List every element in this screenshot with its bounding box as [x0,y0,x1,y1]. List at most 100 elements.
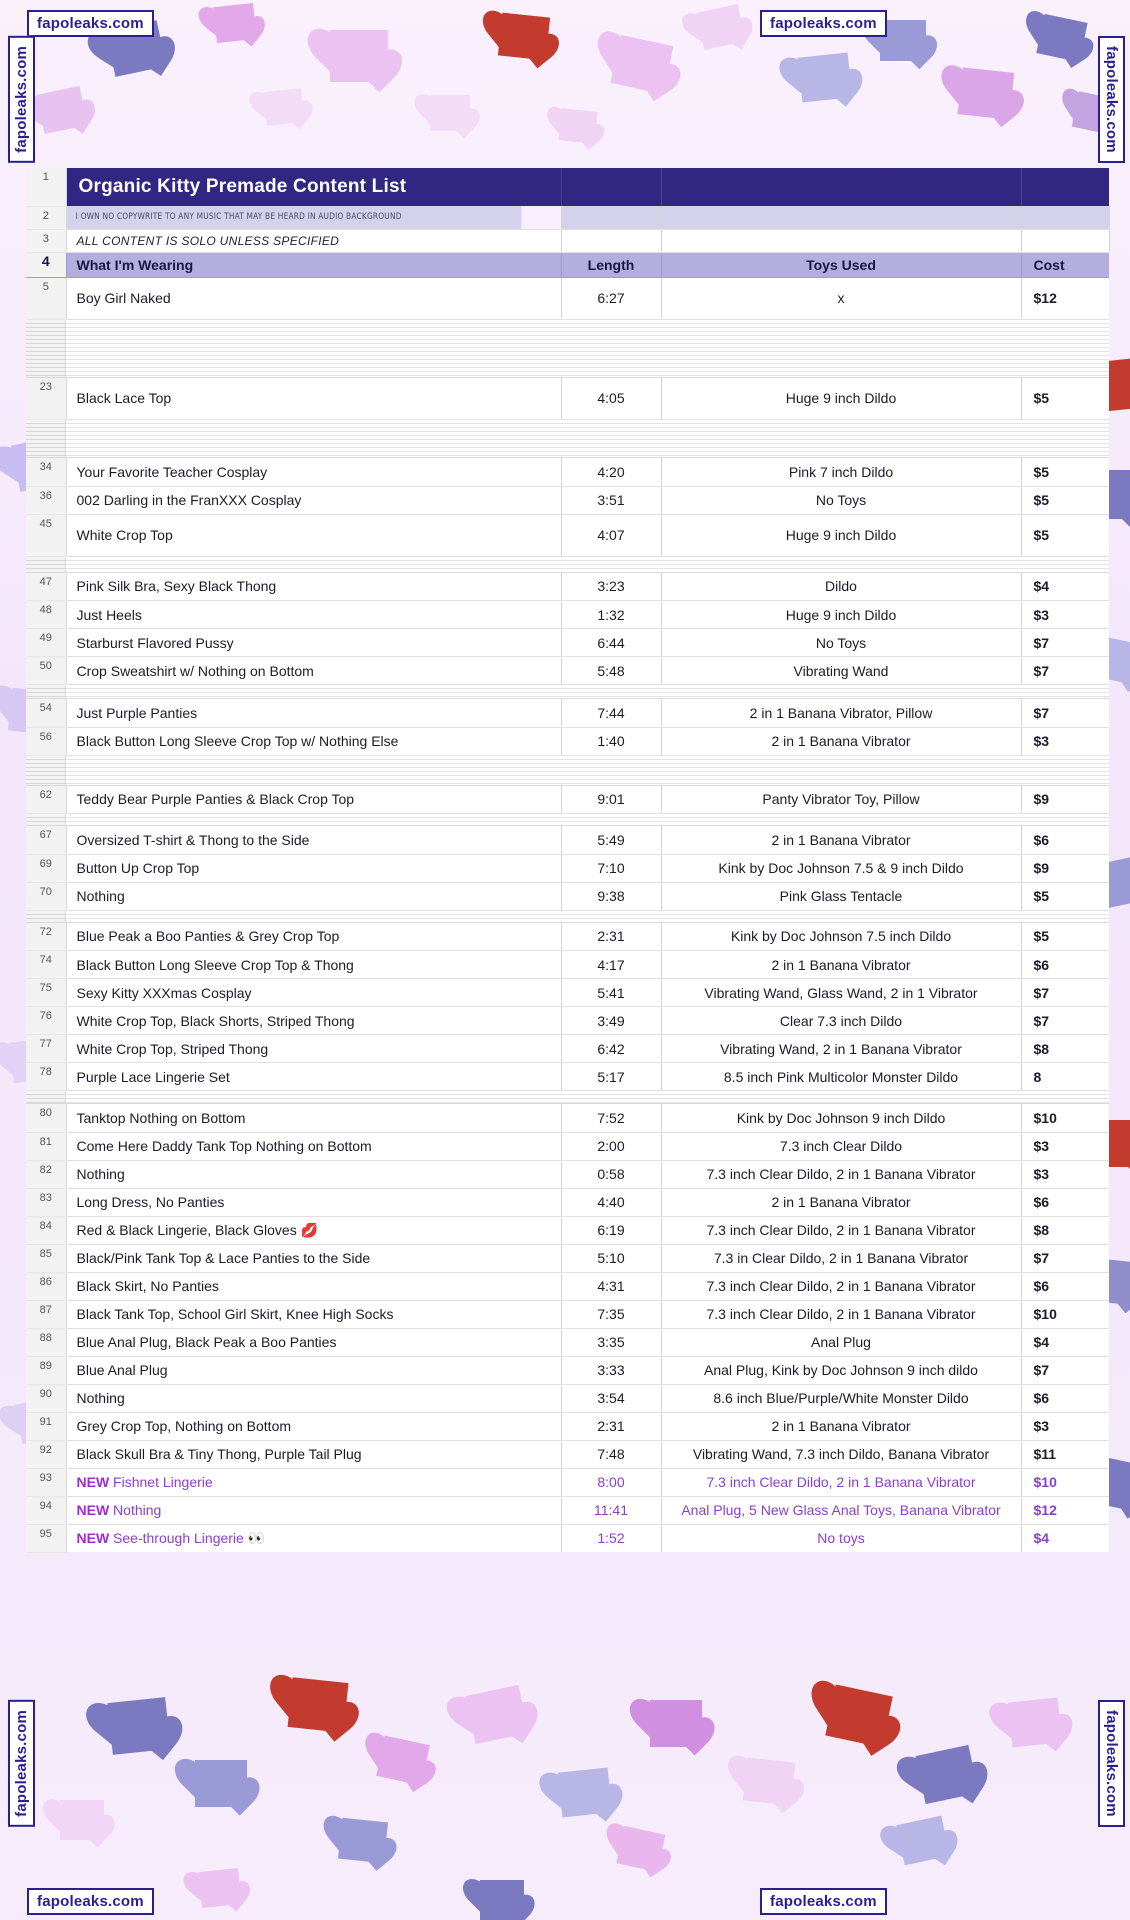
cell-toys[interactable]: Panty Vibrator Toy, Pillow [661,785,1022,814]
row-number[interactable]: 81 [26,1132,67,1161]
cell-cost[interactable]: $7 [1021,1006,1109,1035]
cell-toys[interactable]: 7.3 inch Clear Dildo, 2 in 1 Banana Vibr… [661,1468,1022,1497]
collapsed-hidden-rows[interactable] [26,755,1109,786]
row-number[interactable]: 94 [26,1496,67,1525]
row-number[interactable]: 50 [26,656,67,685]
cell-cost[interactable]: $4 [1021,1524,1109,1552]
table-row[interactable]: 45 White Crop Top 4:07 Huge 9 inch Dildo $5 [26,514,1109,557]
cell-wearing[interactable]: Oversized T-shirt & Thong to the Side [66,826,562,855]
cell-cost[interactable]: $6 [1021,826,1109,855]
cell-length[interactable]: 2:31 [561,922,662,951]
table-row[interactable]: 94 NEW Nothing 11:41 Anal Plug, 5 New Glass… [26,1496,1109,1525]
row-number[interactable]: 34 [26,458,67,487]
row-number[interactable]: 69 [26,854,67,883]
row-number[interactable]: 77 [26,1034,67,1063]
cell-toys[interactable]: No Toys [661,628,1022,657]
cell-toys[interactable]: 2 in 1 Banana Vibrator [661,826,1022,855]
table-row[interactable]: 72 Blue Peak a Boo Panties & Grey Crop To… [26,922,1109,951]
cell-toys[interactable]: Anal Plug, Kink by Doc Johnson 9 inch di… [661,1356,1022,1385]
cell-cost[interactable]: $5 [1021,377,1109,420]
table-row[interactable]: 84 Red & Black Lingerie, Black Gloves 💋 6:… [26,1216,1109,1245]
table-row[interactable]: 93 NEW Fishnet Lingerie 8:00 7.3 inch Clear… [26,1468,1109,1497]
row-number[interactable]: 72 [26,922,67,951]
column-header-wearing[interactable]: What I'm Wearing [66,252,562,278]
cell-cost[interactable]: $8 [1021,1216,1109,1245]
cell-length[interactable]: 1:32 [561,600,662,629]
row-number[interactable]: 84 [26,1216,67,1245]
cell-length[interactable]: 3:51 [561,486,662,515]
cell-wearing[interactable]: Grey Crop Top, Nothing on Bottom [66,1412,562,1441]
table-row[interactable]: 34 Your Favorite Teacher Cosplay 4:20 Pink … [26,458,1109,487]
cell-wearing[interactable]: Pink Silk Bra, Sexy Black Thong [66,572,562,601]
row-number[interactable]: 75 [26,978,67,1007]
row-number[interactable]: 89 [26,1356,67,1385]
cell-wearing[interactable]: NEW Nothing [66,1496,562,1525]
cell-length[interactable]: 2:00 [561,1132,662,1161]
cell-toys[interactable]: Kink by Doc Johnson 7.5 inch Dildo [661,922,1022,951]
cell-wearing[interactable]: Blue Anal Plug, Black Peak a Boo Panties [66,1328,562,1357]
cell-length[interactable]: 6:44 [561,628,662,657]
cell-toys[interactable]: 7.3 inch Clear Dildo [661,1132,1022,1161]
cell-wearing[interactable]: Black Lace Top [66,377,562,420]
collapsed-hidden-rows[interactable] [26,910,1109,923]
cell-length[interactable]: 4:05 [561,377,662,420]
cell-wearing[interactable]: Just Heels [66,600,562,629]
cell-length[interactable]: 1:40 [561,727,662,756]
cell-cost[interactable]: $10 [1021,1300,1109,1329]
cell-toys[interactable]: Pink Glass Tentacle [661,882,1022,911]
table-row[interactable]: 95 NEW See-through Lingerie 👀 1:52 No toys $… [26,1524,1109,1553]
cell-length[interactable]: 7:48 [561,1440,662,1469]
cell-cost[interactable]: $3 [1021,1132,1109,1161]
cell-wearing[interactable]: NEW Fishnet Lingerie [66,1468,562,1497]
cell-toys[interactable]: No toys [661,1524,1022,1552]
cell-wearing[interactable]: White Crop Top [66,514,562,557]
cell-wearing[interactable]: Black Skull Bra & Tiny Thong, Purple Tai… [66,1440,562,1469]
cell-wearing[interactable]: Come Here Daddy Tank Top Nothing on Bott… [66,1132,562,1161]
collapsed-hidden-rows[interactable] [26,420,1109,458]
cell-length[interactable]: 2:31 [561,1412,662,1441]
cell-length[interactable]: 9:38 [561,882,662,911]
row-number[interactable]: 74 [26,950,67,979]
cell-toys[interactable]: Pink 7 inch Dildo [661,458,1022,487]
cell-cost[interactable]: $4 [1021,1328,1109,1357]
table-row[interactable]: 89 Blue Anal Plug 3:33 Anal Plug, Kink by D… [26,1356,1109,1385]
cell-toys[interactable]: Huge 9 inch Dildo [661,514,1022,557]
table-row[interactable]: 5 Boy Girl Naked 6:27 x $12 [26,277,1109,320]
cell-cost[interactable]: $8 [1021,1034,1109,1063]
cell-length[interactable]: 4:07 [561,514,662,557]
table-row[interactable]: 75 Sexy Kitty XXXmas Cosplay 5:41 Vibrating… [26,978,1109,1007]
cell-cost[interactable]: $10 [1021,1104,1109,1133]
cell-cost[interactable]: $7 [1021,1244,1109,1273]
cell-cost[interactable]: $7 [1021,656,1109,685]
empty-cell[interactable] [661,229,1022,253]
cell-toys[interactable]: Kink by Doc Johnson 9 inch Dildo [661,1104,1022,1133]
cell-toys[interactable]: 7.3 inch Clear Dildo, 2 in 1 Banana Vibr… [661,1300,1022,1329]
table-row[interactable]: 50 Crop Sweatshirt w/ Nothing on Bottom 5:… [26,656,1109,685]
table-row[interactable]: 92 Black Skull Bra & Tiny Thong, Purple T… [26,1440,1109,1469]
cell-cost[interactable]: $3 [1021,1412,1109,1441]
table-row[interactable]: 67 Oversized T-shirt & Thong to the Side 5… [26,826,1109,855]
row-number[interactable]: 45 [26,514,67,557]
cell-cost[interactable]: $9 [1021,854,1109,883]
cell-cost[interactable]: $7 [1021,699,1109,728]
table-row[interactable]: 62 Teddy Bear Purple Panties & Black Crop… [26,785,1109,814]
cell-cost[interactable]: $3 [1021,600,1109,629]
row-number[interactable]: 90 [26,1384,67,1413]
table-row[interactable]: 80 Tanktop Nothing on Bottom 7:52 Kink by D… [26,1104,1109,1133]
cell-length[interactable]: 3:54 [561,1384,662,1413]
table-row[interactable]: 36 002 Darling in the FranXXX Cosplay 3:51… [26,486,1109,515]
empty-cell[interactable] [1021,229,1110,253]
cell-wearing[interactable]: Red & Black Lingerie, Black Gloves 💋 [66,1216,562,1245]
cell-toys[interactable]: 2 in 1 Banana Vibrator [661,1188,1022,1217]
cell-toys[interactable]: No Toys [661,486,1022,515]
cell-length[interactable]: 5:48 [561,656,662,685]
cell-toys[interactable]: Anal Plug [661,1328,1022,1357]
table-row[interactable]: 69 Button Up Crop Top 7:10 Kink by Doc John… [26,854,1109,883]
cell-length[interactable]: 3:33 [561,1356,662,1385]
cell-cost[interactable]: $6 [1021,1188,1109,1217]
cell-wearing[interactable]: Crop Sweatshirt w/ Nothing on Bottom [66,656,562,685]
row-number[interactable]: 83 [26,1188,67,1217]
row-number[interactable]: 78 [26,1062,67,1091]
row-number[interactable]: 76 [26,1006,67,1035]
cell-length[interactable]: 5:17 [561,1062,662,1091]
